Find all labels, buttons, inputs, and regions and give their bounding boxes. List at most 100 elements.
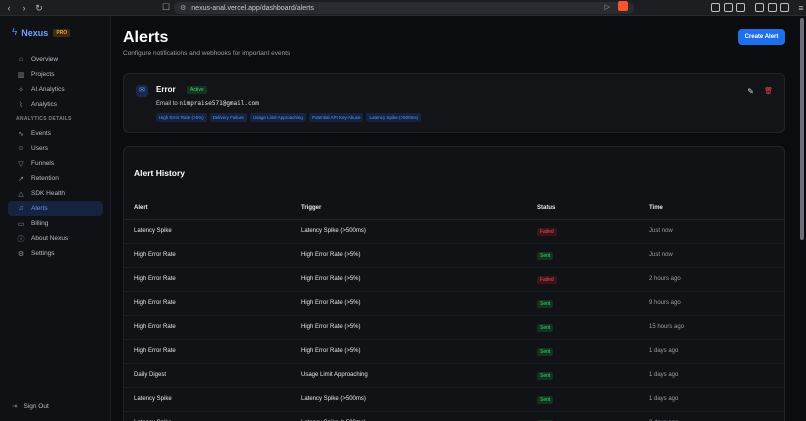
table-row[interactable]: High Error Rate High Error Rate (>5%) Fail…	[124, 268, 784, 292]
menu-icon[interactable]: ≡	[795, 2, 806, 14]
sidebar-item-label: Analytics	[31, 101, 58, 108]
table-row[interactable]: Latency SpikeLatency Spike (>500ms)Sent2…	[124, 412, 784, 421]
mail-icon: ✉	[136, 85, 148, 97]
media-icon[interactable]: ▷	[605, 3, 610, 11]
trend-icon: ↗	[18, 175, 24, 183]
sidebar-item-about[interactable]: ⓘ About Nexus	[8, 231, 103, 246]
sidebar-item-alerts[interactable]: ♫ Alerts	[8, 201, 103, 216]
edit-icon[interactable]: ✎	[747, 87, 754, 96]
table-row[interactable]: High Error Rate High Error Rate (>5%) Sent…	[124, 316, 784, 340]
extension-icon[interactable]	[736, 3, 745, 12]
trigger-tag: High Error Rate (>5%)	[156, 113, 207, 122]
status-badge: Sent	[537, 372, 554, 380]
sidebar-item-label: AI Analytics	[31, 86, 65, 93]
gear-icon: ⚙	[17, 250, 25, 258]
email-prefix: Email to	[156, 101, 178, 107]
address-bar[interactable]: ⚙ nexus-anal.vercel.app/dashboard/alerts…	[174, 2, 634, 14]
status-badge: Active	[187, 86, 207, 94]
brand[interactable]: ϟ Nexus PRO	[12, 27, 71, 38]
sign-out-button[interactable]: ⇥ Sign Out	[12, 402, 49, 411]
trigger-tag: Potential API Key Abuse	[308, 113, 364, 122]
sidebar-item-overview[interactable]: ⌂ Overview	[8, 52, 103, 67]
reload-icon[interactable]: ↻	[33, 2, 45, 14]
trigger-tag: Latency Spike (>500ms)	[366, 113, 422, 122]
sidebar-item-label: SDK Health	[31, 190, 65, 197]
wallet-icon[interactable]	[768, 3, 777, 12]
sparkle-icon: ✧	[18, 86, 24, 94]
bell-icon: ♫	[18, 205, 24, 212]
trigger-cell: High Error Rate (>5%)	[301, 276, 361, 282]
sign-out-label: Sign Out	[23, 402, 49, 410]
time-cell: 9 hours ago	[649, 300, 681, 306]
create-alert-button[interactable]: Create Alert	[738, 29, 785, 45]
alert-name-cell: High Error Rate	[134, 252, 176, 258]
alert-card: ✉ Error Active Email to nimpraise571@gma…	[123, 73, 785, 133]
column-header-status: Status	[537, 205, 556, 211]
time-cell: 1 days ago	[649, 396, 679, 402]
browser-toolbar: ‹ › ↻ ☐ ⚙ nexus-anal.vercel.app/dashboar…	[0, 0, 806, 16]
table-row[interactable]: High Error Rate High Error Rate (>5%) Sent…	[124, 244, 784, 268]
brave-shield-icon[interactable]	[618, 1, 628, 11]
status-badge: Failed	[537, 228, 557, 236]
trigger-cell: High Error Rate (>5%)	[301, 324, 361, 330]
sidebar-item-funnels[interactable]: ▽ Funnels	[8, 156, 103, 171]
table-header: Alert Trigger Status Time	[124, 196, 784, 220]
sidebar-item-sdk-health[interactable]: △ SDK Health	[8, 186, 103, 201]
trigger-cell: High Error Rate (>5%)	[301, 348, 361, 354]
sidebar-item-users[interactable]: ☺ Users	[8, 141, 103, 156]
nexus-logo-icon: ϟ	[12, 27, 18, 38]
status-badge: Sent	[537, 300, 554, 308]
table-row[interactable]: Latency Spike Latency Spike (>500ms) Faile…	[124, 220, 784, 244]
activity-icon: ⌇	[19, 101, 23, 109]
sidebar-item-label: Funnels	[31, 160, 55, 167]
alert-name-cell: Latency Spike	[134, 228, 172, 234]
sidebar-item-settings[interactable]: ⚙ Settings	[8, 246, 103, 261]
sidebar-item-retention[interactable]: ↗ Retention	[8, 171, 103, 186]
sidebar-item-label: Events	[31, 130, 51, 137]
trigger-tag: Usage Limit Approaching	[249, 113, 306, 122]
alert-title: Error	[156, 85, 176, 94]
sidebar-nav: ⌂ Overview ▥ Projects ✧ AI Analytics ⌇ A…	[8, 52, 103, 261]
sidebar-toggle-icon[interactable]	[755, 3, 764, 12]
column-header-trigger: Trigger	[301, 205, 322, 211]
logout-icon: ⇥	[12, 403, 18, 410]
table-row[interactable]: High Error Rate High Error Rate (>5%) Sent…	[124, 340, 784, 364]
sidebar-item-ai-analytics[interactable]: ✧ AI Analytics	[8, 82, 103, 97]
sidebar-section-label: ANALYTICS DETAILS	[16, 116, 72, 122]
sidebar-item-projects[interactable]: ▥ Projects	[8, 67, 103, 82]
column-header-alert: Alert	[134, 205, 148, 211]
site-info-icon[interactable]: ⚙	[180, 4, 186, 12]
status-badge: Sent	[537, 252, 554, 260]
users-icon: ☺	[17, 145, 25, 152]
sidebar-item-label: Alerts	[31, 205, 48, 212]
email-address: nimpraise571@gmail.com	[179, 100, 259, 107]
share-icon[interactable]	[780, 3, 789, 12]
table-row[interactable]: High Error Rate High Error Rate (>5%) Sent…	[124, 292, 784, 316]
time-cell: Just now	[649, 252, 673, 258]
extension-icon[interactable]	[724, 3, 733, 12]
warning-icon: △	[18, 190, 24, 198]
sidebar-item-label: About Nexus	[31, 235, 69, 242]
forward-icon[interactable]: ›	[18, 2, 30, 14]
table-row[interactable]: Latency Spike Latency Spike (>500ms) Sent 1…	[124, 388, 784, 412]
back-icon[interactable]: ‹	[3, 2, 15, 14]
funnel-icon: ▽	[18, 160, 24, 168]
page-title: Alerts	[123, 29, 169, 46]
sidebar-item-events[interactable]: ∿ Events	[8, 126, 103, 141]
sidebar-item-billing[interactable]: ▭ Billing	[8, 216, 103, 231]
sidebar-item-analytics[interactable]: ⌇ Analytics	[8, 97, 103, 112]
extension-icon[interactable]	[711, 3, 720, 12]
time-cell: 15 hours ago	[649, 324, 685, 330]
time-cell: 2 hours ago	[649, 276, 681, 282]
info-icon: ⓘ	[17, 235, 25, 243]
bookmark-icon[interactable]: ☐	[162, 2, 172, 13]
history-rows: Latency Spike Latency Spike (>500ms) Faile…	[124, 220, 784, 421]
status-badge: Failed	[537, 276, 557, 284]
trash-icon[interactable]: 🗑	[764, 87, 773, 95]
page-scrollbar[interactable]	[800, 18, 804, 240]
pulse-icon: ∿	[18, 130, 24, 138]
table-row[interactable]: Daily Digest Usage Limit Approaching Sent 1…	[124, 364, 784, 388]
alert-destination: Email to nimpraise571@gmail.com	[156, 100, 259, 107]
alert-name-cell: High Error Rate	[134, 348, 176, 354]
alert-name-cell: Daily Digest	[134, 372, 167, 378]
